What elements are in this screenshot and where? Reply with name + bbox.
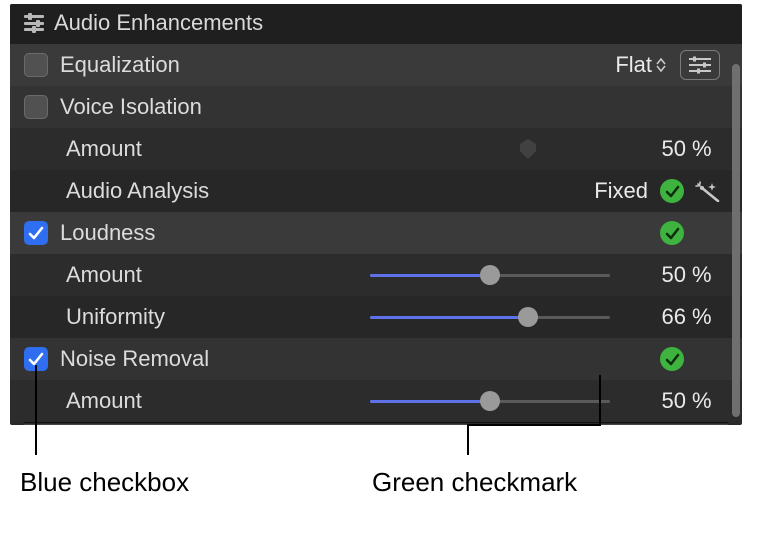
voice-isolation-label: Voice Isolation <box>60 94 202 120</box>
noise-removal-label: Noise Removal <box>60 346 209 372</box>
updown-icon <box>656 58 666 72</box>
loudness-amount-row: Amount 50 % <box>10 254 742 296</box>
audio-analysis-label: Audio Analysis <box>24 178 209 204</box>
noise-removal-amount-slider[interactable] <box>370 389 610 413</box>
equalization-label: Equalization <box>60 52 180 78</box>
marker-icon <box>518 138 538 160</box>
equalization-settings-button[interactable] <box>680 50 720 80</box>
loudness-uniformity-unit: % <box>692 304 720 330</box>
voice-isolation-amount-row: Amount 50 % <box>10 128 742 170</box>
audio-analysis-row: Audio Analysis Fixed <box>10 170 742 212</box>
noise-removal-row: Noise Removal <box>10 338 742 380</box>
loudness-uniformity-slider[interactable] <box>370 305 610 329</box>
scrollbar-thumb[interactable] <box>732 64 740 417</box>
loudness-amount-value[interactable]: 50 <box>636 262 686 288</box>
loudness-uniformity-value[interactable]: 66 <box>636 304 686 330</box>
callout-green-checkmark: Green checkmark <box>372 467 577 498</box>
audio-analysis-ok-icon <box>660 179 684 203</box>
voice-isolation-amount-unit: % <box>692 136 720 162</box>
voice-isolation-checkbox[interactable] <box>24 95 48 119</box>
loudness-checkbox[interactable] <box>24 221 48 245</box>
equalization-preset-value: Flat <box>615 52 652 78</box>
voice-isolation-amount-value[interactable]: 50 <box>636 136 686 162</box>
noise-removal-amount-value[interactable]: 50 <box>636 388 686 414</box>
section-header: Audio Enhancements <box>10 4 742 44</box>
loudness-label: Loudness <box>60 220 155 246</box>
magic-wand-button[interactable] <box>694 180 720 202</box>
callout-blue-checkbox: Blue checkbox <box>20 467 189 498</box>
voice-isolation-row: Voice Isolation <box>10 86 742 128</box>
equalization-preset-dropdown[interactable]: Flat <box>615 52 666 78</box>
loudness-row: Loudness <box>10 212 742 254</box>
noise-removal-amount-label: Amount <box>24 388 142 414</box>
loudness-amount-label: Amount <box>24 262 142 288</box>
loudness-uniformity-row: Uniformity 66 % <box>10 296 742 338</box>
loudness-uniformity-label: Uniformity <box>24 304 165 330</box>
noise-removal-ok-icon <box>660 347 684 371</box>
noise-removal-amount-unit: % <box>692 388 720 414</box>
loudness-ok-icon <box>660 221 684 245</box>
noise-removal-checkbox[interactable] <box>24 347 48 371</box>
equalizer-icon <box>24 15 44 31</box>
loudness-amount-slider[interactable] <box>370 263 610 287</box>
section-title: Audio Enhancements <box>54 10 263 36</box>
equalization-row: Equalization Flat <box>10 44 742 86</box>
equalization-checkbox[interactable] <box>24 53 48 77</box>
callouts-area: Blue checkbox Green checkmark <box>0 425 758 515</box>
audio-enhancements-panel: Audio Enhancements Equalization Flat <box>10 4 742 425</box>
voice-isolation-amount-label: Amount <box>24 136 142 162</box>
sliders-icon <box>689 56 711 74</box>
noise-removal-amount-row: Amount 50 % <box>10 380 742 422</box>
audio-analysis-status: Fixed <box>594 178 648 204</box>
loudness-amount-unit: % <box>692 262 720 288</box>
scrollbar[interactable] <box>732 64 740 417</box>
